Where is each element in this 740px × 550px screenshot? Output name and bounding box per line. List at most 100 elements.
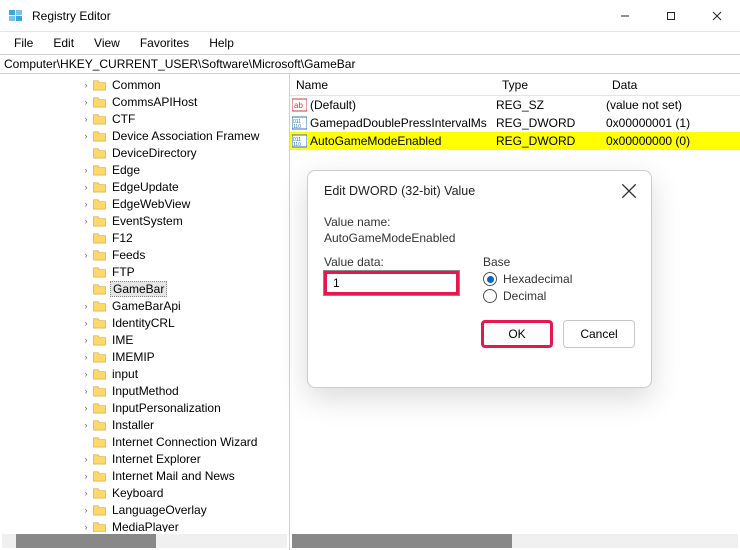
tree[interactable]: ›Common›CommsAPIHost›CTF›Device Associat… — [0, 74, 289, 532]
list-scrollbar-thumb[interactable] — [292, 534, 512, 548]
tree-item[interactable]: › input — [14, 365, 289, 382]
tree-item[interactable]: › Edge — [14, 161, 289, 178]
menu-file[interactable]: File — [6, 34, 41, 52]
menu-help[interactable]: Help — [201, 34, 242, 52]
tree-item-label: IdentityCRL — [110, 316, 177, 330]
folder-icon — [92, 214, 107, 227]
chevron-right-icon[interactable]: › — [80, 352, 92, 362]
folder-icon — [92, 503, 107, 516]
list-row[interactable]: GamepadDoublePressIntervalMsREG_DWORD0x0… — [290, 114, 740, 132]
chevron-right-icon[interactable]: › — [80, 80, 92, 90]
value-name: (Default) — [310, 98, 356, 112]
tree-item[interactable]: › Keyboard — [14, 484, 289, 501]
tree-item-label: Keyboard — [110, 486, 165, 500]
folder-icon — [92, 316, 107, 329]
tree-item[interactable]: ›Internet Explorer — [14, 450, 289, 467]
folder-icon — [92, 197, 107, 210]
cancel-button[interactable]: Cancel — [563, 320, 635, 348]
chevron-right-icon[interactable]: › — [80, 216, 92, 226]
tree-item[interactable]: ›Internet Mail and News — [14, 467, 289, 484]
chevron-right-icon[interactable]: › — [80, 505, 92, 515]
chevron-right-icon[interactable]: › — [80, 522, 92, 532]
radio-dec[interactable] — [483, 289, 497, 303]
tree-item[interactable]: Internet Connection Wizard — [14, 433, 289, 450]
list-scrollbar[interactable] — [292, 534, 738, 548]
radio-hex-row[interactable]: Hexadecimal — [483, 272, 635, 286]
menu-view[interactable]: View — [86, 34, 128, 52]
menu-favorites[interactable]: Favorites — [132, 34, 197, 52]
chevron-right-icon[interactable]: › — [80, 488, 92, 498]
tree-item[interactable]: FTP — [14, 263, 289, 280]
chevron-right-icon[interactable]: › — [80, 301, 92, 311]
tree-item[interactable]: › IdentityCRL — [14, 314, 289, 331]
chevron-right-icon[interactable]: › — [80, 318, 92, 328]
app-icon — [8, 8, 24, 24]
value-type: REG_DWORD — [496, 134, 606, 148]
chevron-right-icon[interactable]: › — [80, 131, 92, 141]
folder-icon — [92, 384, 107, 397]
tree-item[interactable]: ›CommsAPIHost — [14, 93, 289, 110]
chevron-right-icon[interactable]: › — [80, 403, 92, 413]
tree-item-label: Edge — [110, 163, 142, 177]
value-name: AutoGameModeEnabled — [310, 134, 441, 148]
folder-icon — [92, 146, 107, 159]
tree-item[interactable]: › InputPersonalization — [14, 399, 289, 416]
chevron-right-icon[interactable]: › — [80, 165, 92, 175]
chevron-right-icon[interactable]: › — [80, 454, 92, 464]
chevron-right-icon[interactable]: › — [80, 114, 92, 124]
tree-item[interactable]: ›Device Association Framew — [14, 127, 289, 144]
chevron-right-icon[interactable]: › — [80, 369, 92, 379]
tree-item[interactable]: ›GameBarApi — [14, 297, 289, 314]
chevron-right-icon[interactable]: › — [80, 182, 92, 192]
radio-dec-row[interactable]: Decimal — [483, 289, 635, 303]
tree-item[interactable]: ›Feeds — [14, 246, 289, 263]
tree-item[interactable]: ›MediaPlayer — [14, 518, 289, 532]
dialog-close-icon[interactable] — [621, 183, 637, 199]
list-row[interactable]: (Default)REG_SZ(value not set) — [290, 96, 740, 114]
tree-item[interactable]: ›CTF — [14, 110, 289, 127]
tree-item[interactable]: ›LanguageOverlay — [14, 501, 289, 518]
tree-item[interactable]: ›IME — [14, 331, 289, 348]
folder-icon — [92, 418, 107, 431]
address-bar[interactable]: Computer\HKEY_CURRENT_USER\Software\Micr… — [0, 54, 740, 74]
radio-hex[interactable] — [483, 272, 497, 286]
tree-item[interactable]: F12 — [14, 229, 289, 246]
tree-item-label: input — [110, 367, 140, 381]
menu-edit[interactable]: Edit — [45, 34, 82, 52]
tree-item[interactable]: ›IMEMIP — [14, 348, 289, 365]
tree-item[interactable]: ›Common — [14, 76, 289, 93]
folder-icon — [92, 333, 107, 346]
edit-dword-dialog: Edit DWORD (32-bit) Value Value name: Au… — [307, 170, 652, 388]
chevron-right-icon[interactable]: › — [80, 420, 92, 430]
chevron-right-icon[interactable]: › — [80, 386, 92, 396]
tree-item[interactable]: GameBar — [14, 280, 289, 297]
tree-item[interactable]: ›EventSystem — [14, 212, 289, 229]
tree-item-label: GameBar — [110, 281, 167, 297]
col-name[interactable]: Name — [290, 78, 496, 92]
minimize-button[interactable] — [602, 0, 648, 32]
tree-item[interactable]: ›EdgeWebView — [14, 195, 289, 212]
col-type[interactable]: Type — [496, 78, 606, 92]
tree-item[interactable]: ›EdgeUpdate — [14, 178, 289, 195]
chevron-right-icon[interactable]: › — [80, 471, 92, 481]
tree-item[interactable]: ›InputMethod — [14, 382, 289, 399]
folder-icon — [92, 299, 107, 312]
maximize-button[interactable] — [648, 0, 694, 32]
tree-item[interactable]: DeviceDirectory — [14, 144, 289, 161]
tree-item-label: InputPersonalization — [110, 401, 223, 415]
tree-item[interactable]: ›Installer — [14, 416, 289, 433]
value-data-input[interactable] — [324, 271, 459, 295]
radio-dec-label: Decimal — [503, 289, 546, 303]
chevron-right-icon[interactable]: › — [80, 199, 92, 209]
tree-scrollbar[interactable] — [2, 534, 287, 548]
chevron-right-icon[interactable]: › — [80, 250, 92, 260]
tree-scrollbar-thumb[interactable] — [16, 534, 156, 548]
dialog-title: Edit DWORD (32-bit) Value — [324, 184, 621, 198]
chevron-right-icon[interactable]: › — [80, 335, 92, 345]
ok-button[interactable]: OK — [481, 320, 553, 348]
chevron-right-icon[interactable]: › — [80, 97, 92, 107]
col-data[interactable]: Data — [606, 78, 643, 92]
window-title: Registry Editor — [32, 9, 602, 23]
list-row[interactable]: AutoGameModeEnabledREG_DWORD0x00000000 (… — [290, 132, 740, 150]
close-button[interactable] — [694, 0, 740, 32]
